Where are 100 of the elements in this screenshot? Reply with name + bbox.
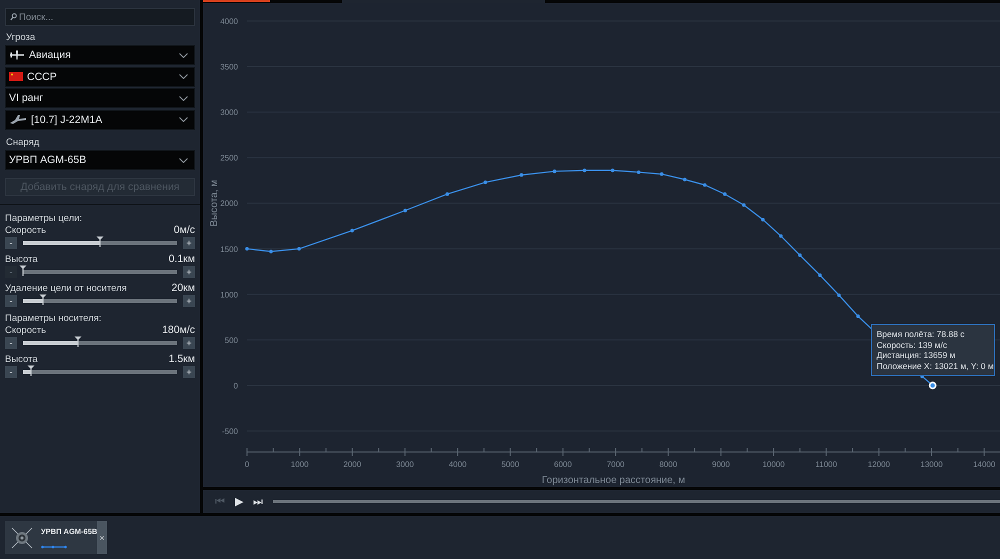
data-point (660, 172, 664, 176)
slider-label: Скорость (5, 224, 46, 236)
slider-reading: 180м/с (162, 324, 195, 336)
slider-thumb[interactable] (74, 336, 82, 346)
decrease-button[interactable]: - (5, 294, 17, 306)
dropdown[interactable]: УРВП AGM-65B (5, 150, 195, 170)
y-tick-label: 4000 (220, 17, 238, 26)
next-button[interactable]: ⏭ (251, 496, 265, 508)
x-tick-label: 5000 (501, 460, 520, 469)
slider-label: Удаление цели от носителя (5, 282, 127, 294)
y-tick-label: 500 (224, 336, 238, 345)
dropdown[interactable]: [10.7] J-22M1A (5, 110, 195, 130)
x-tick-label: 13000 (920, 460, 943, 469)
increase-button[interactable]: + (183, 266, 195, 278)
y-tick-label: 2500 (220, 154, 238, 163)
x-tick-label: 11000 (815, 460, 838, 469)
data-point (350, 228, 354, 232)
crosshair-emblem-icon (11, 526, 33, 548)
slider-reading: 20км (172, 282, 195, 294)
y-tick-label: 3000 (220, 108, 238, 118)
increase-button[interactable]: + (183, 336, 195, 348)
x-tick-label: 4000 (448, 460, 467, 469)
x-tick-label: 2000 (343, 460, 362, 469)
data-point (761, 218, 765, 222)
group-title: Параметры носителя: (5, 312, 102, 324)
data-point (297, 246, 301, 251)
x-tick-label: 8000 (659, 460, 678, 469)
x-tick-label: 10000 (762, 460, 785, 469)
data-point (636, 170, 640, 174)
increase-button[interactable]: + (183, 236, 195, 248)
data-point (552, 170, 556, 174)
trajectory-sparkline (41, 544, 67, 548)
x-tick-label: 12000 (868, 460, 890, 469)
data-point (269, 250, 273, 254)
data-point (702, 183, 707, 187)
x-tick-label: 9000 (712, 460, 730, 469)
data-point (520, 173, 524, 177)
data-point (779, 234, 783, 238)
section-label: Снаряд (6, 137, 40, 148)
y-tick-label: 0 (234, 381, 238, 390)
x-tick-label: 3000 (396, 460, 414, 469)
section-label: Угроза (6, 32, 36, 43)
x-tick-label: 0 (244, 460, 250, 469)
data-point (856, 314, 860, 318)
y-axis-title: Высота, м (209, 180, 220, 227)
tooltip-line: Скорость: 139 м/с (876, 340, 948, 350)
group-title: Параметры цели: (5, 212, 84, 224)
highlighted-point[interactable] (928, 382, 936, 390)
tooltip-line: Время полёта: 78.88 с (876, 329, 966, 340)
decrease-button[interactable]: - (5, 366, 17, 378)
dropdown[interactable]: VI ранг (5, 88, 195, 108)
y-tick-label: 2000 (220, 199, 238, 208)
slider-reading: 0м/с (174, 224, 195, 236)
play-button[interactable]: ▶ (233, 495, 245, 508)
data-point (723, 192, 727, 196)
flag-icon (9, 72, 23, 81)
data-point (742, 203, 746, 207)
slider-thumb[interactable] (19, 264, 27, 276)
slider-thumb[interactable] (96, 236, 104, 246)
slider-reading: 0.1км (168, 252, 195, 264)
dropdown[interactable]: СССР (5, 66, 195, 86)
decrease-button[interactable]: - (5, 336, 17, 348)
decrease-button[interactable]: - (5, 236, 17, 248)
slider-thumb[interactable] (26, 364, 35, 376)
tooltip-line: Дистанция: 13659 м (876, 350, 956, 361)
dropdown-value: VI ранг (9, 92, 44, 104)
x-tick-label: 1000 (290, 460, 309, 469)
slider-label: Скорость (5, 324, 46, 336)
y-tick-label: -500 (222, 427, 238, 436)
chevron-icon (179, 158, 188, 162)
jet-icon (9, 114, 27, 125)
x-axis-title: Горизонтальное расстояние, м (542, 475, 686, 486)
slider-thumb[interactable] (39, 294, 48, 304)
chevron-icon (179, 52, 188, 58)
search-icon (10, 13, 17, 21)
chevron-icon (179, 74, 188, 79)
increase-button[interactable]: + (183, 294, 195, 306)
data-point (403, 208, 408, 212)
slider-label: Высота (5, 354, 38, 364)
y-tick-label: 1500 (220, 244, 238, 254)
data-point (245, 246, 249, 251)
airplane-icon (9, 50, 25, 60)
x-tick-label: 14000 (973, 460, 996, 469)
dropdown-value: СССР (27, 70, 58, 82)
dropdown-value: [10.7] J-22M1A (31, 114, 104, 126)
data-point (484, 180, 488, 184)
x-tick-label: 6000 (554, 460, 572, 469)
dropdown-value: Авиация (29, 49, 72, 61)
dropdown[interactable]: Авиация (5, 45, 195, 65)
playback-track[interactable] (273, 500, 1000, 503)
close-button[interactable]: × (97, 521, 107, 554)
chevron-icon (179, 96, 188, 100)
data-point (798, 253, 802, 257)
data-point (682, 178, 687, 182)
slider-reading: 1.5км (168, 352, 195, 364)
chevron-icon (179, 117, 188, 122)
increase-button[interactable]: + (183, 366, 195, 378)
data-point (610, 168, 614, 172)
search-field[interactable]: Поиск... (5, 8, 195, 26)
slider-label: Высота (5, 254, 38, 264)
